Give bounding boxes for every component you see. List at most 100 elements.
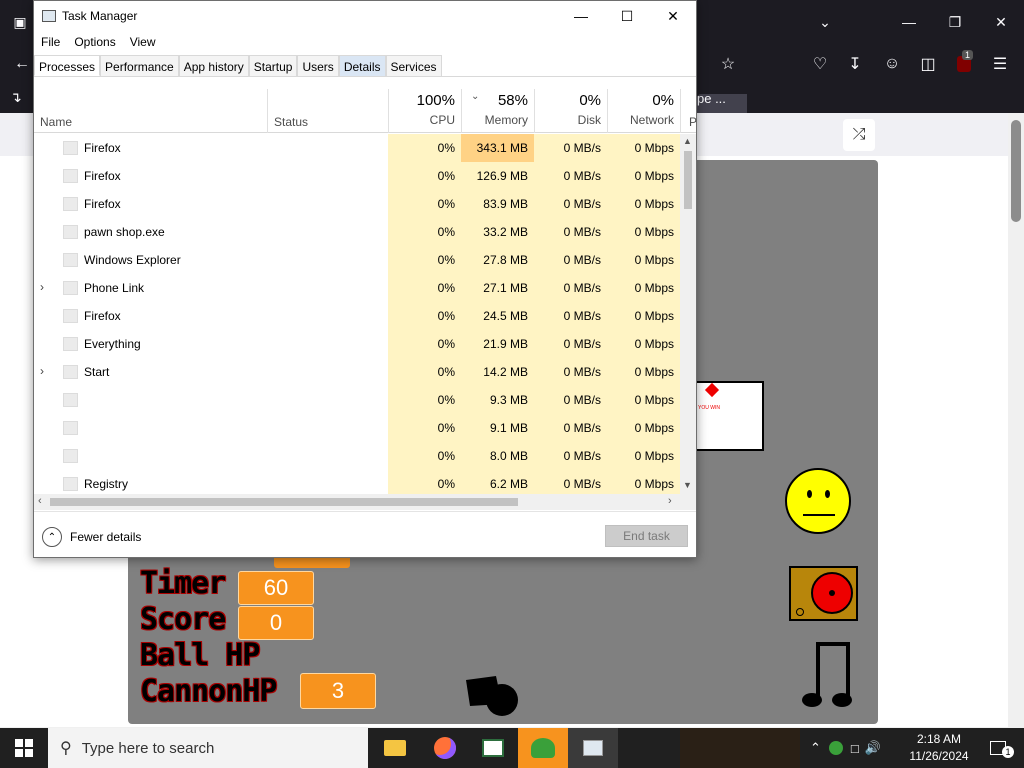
header-disk[interactable]: 0% Disk xyxy=(534,89,607,133)
end-task-button[interactable]: End task xyxy=(605,525,688,547)
table-row[interactable]: › Phone Link 0% 27.1 MB 0 MB/s 0 Mbps xyxy=(34,274,680,302)
table-row[interactable]: 0% 9.1 MB 0 MB/s 0 Mbps xyxy=(34,414,680,442)
disk-cell: 0 MB/s xyxy=(534,218,607,246)
header-network[interactable]: 0% Network xyxy=(607,89,680,133)
paper-note: YOU WIN xyxy=(695,381,764,451)
hamburger-menu-icon[interactable]: ☰ xyxy=(984,48,1016,80)
download-icon[interactable]: ↧ xyxy=(839,48,871,80)
process-icon xyxy=(63,337,78,351)
table-row[interactable]: Firefox 0% 343.1 MB 0 MB/s 0 Mbps xyxy=(34,134,680,162)
app-window-icon[interactable] xyxy=(468,728,518,768)
header-memory[interactable]: ⌄ 58% Memory xyxy=(461,89,534,133)
file-explorer-icon[interactable] xyxy=(370,728,420,768)
taskbar-search[interactable]: ⚲ Type here to search xyxy=(48,728,368,768)
table-row[interactable]: Windows Explorer 0% 27.8 MB 0 MB/s 0 Mbps xyxy=(34,246,680,274)
scroll-right-icon[interactable]: › xyxy=(668,495,672,507)
cannon-icon[interactable] xyxy=(462,674,524,720)
column-header: Name Status 100% CPU ⌄ 58% Memory 0% Dis… xyxy=(34,89,697,133)
paper-text: YOU WIN xyxy=(698,405,720,411)
music-note-icon[interactable] xyxy=(800,640,858,712)
scroll-up-icon[interactable]: ▲ xyxy=(683,136,692,146)
firefox-taskbar-icon[interactable] xyxy=(420,728,470,768)
cpu-cell: 0% xyxy=(388,246,461,274)
maximize-button[interactable]: ☐ xyxy=(604,1,650,31)
header-cpu[interactable]: 100% CPU xyxy=(388,89,461,133)
star-bookmark-icon[interactable]: ☆ xyxy=(712,48,744,80)
fewer-details-button[interactable]: ⌃ Fewer details xyxy=(42,527,141,547)
score-label: Score xyxy=(140,602,226,637)
close-button[interactable]: ✕ xyxy=(650,1,696,31)
process-name: Phone Link xyxy=(84,281,145,295)
close-browser-button[interactable]: ✕ xyxy=(978,0,1024,44)
notification-icon[interactable]: 1 xyxy=(978,728,1018,768)
menu-view[interactable]: View xyxy=(123,33,163,51)
process-name: Firefox xyxy=(84,141,121,155)
bookmark-item-partial[interactable]: pe ... xyxy=(697,91,726,106)
header-power-partial[interactable]: P xyxy=(689,115,697,129)
network-cell: 0 Mbps xyxy=(607,246,680,274)
table-row[interactable]: Everything 0% 21.9 MB 0 MB/s 0 Mbps xyxy=(34,330,680,358)
chevron-down-icon[interactable]: ⌄ xyxy=(802,0,848,44)
pocket-icon[interactable]: ♡ xyxy=(804,48,836,80)
tray-app-icon[interactable] xyxy=(828,741,843,755)
header-status[interactable]: Status xyxy=(274,115,308,129)
cpu-cell: 0% xyxy=(388,190,461,218)
expand-chevron-icon[interactable]: › xyxy=(40,364,44,378)
horizontal-scrollbar-thumb[interactable] xyxy=(50,498,518,506)
minimize-browser-button[interactable]: — xyxy=(886,0,932,44)
table-row[interactable]: 0% 9.3 MB 0 MB/s 0 Mbps xyxy=(34,386,680,414)
cpu-cell: 0% xyxy=(388,470,461,494)
network-cell: 0 Mbps xyxy=(607,442,680,470)
table-row[interactable]: › Start 0% 14.2 MB 0 MB/s 0 Mbps xyxy=(34,358,680,386)
windows-start-icon[interactable] xyxy=(0,728,48,768)
network-icon[interactable]: □ xyxy=(851,741,859,756)
memory-cell: 343.1 MB xyxy=(461,134,534,162)
scroll-left-icon[interactable]: ‹ xyxy=(38,495,42,507)
exit-fullscreen-icon[interactable]: ⤮ xyxy=(843,119,875,151)
disk-cell: 0 MB/s xyxy=(534,414,607,442)
scroll-down-icon[interactable]: ▼ xyxy=(683,480,692,490)
ublock-icon[interactable]: 1 xyxy=(948,48,980,80)
header-name[interactable]: Name xyxy=(40,115,72,129)
table-row[interactable]: Registry 0% 6.2 MB 0 MB/s 0 Mbps xyxy=(34,470,680,494)
tab-processes[interactable]: Processes xyxy=(34,55,101,76)
volume-icon[interactable]: 🔊 xyxy=(865,740,881,756)
tab-startup[interactable]: Startup xyxy=(248,55,298,76)
import-bookmarks-icon[interactable]: ↴ xyxy=(10,89,22,106)
menu-file[interactable]: File xyxy=(34,33,67,51)
restore-browser-button[interactable]: ❐ xyxy=(932,0,978,44)
turntable-icon[interactable] xyxy=(789,566,858,621)
tab-strip: Processes Performance App history Startu… xyxy=(34,55,696,77)
tab-users[interactable]: Users xyxy=(297,55,339,76)
minimize-button[interactable]: — xyxy=(558,1,604,31)
table-row[interactable]: Firefox 0% 83.9 MB 0 MB/s 0 Mbps xyxy=(34,190,680,218)
task-manager-taskbar-icon[interactable] xyxy=(568,728,618,768)
tab-performance[interactable]: Performance xyxy=(100,55,179,76)
cpu-cell: 0% xyxy=(388,274,461,302)
table-row[interactable]: Firefox 0% 126.9 MB 0 MB/s 0 Mbps xyxy=(34,162,680,190)
cpu-percent: 100% xyxy=(416,92,455,109)
process-icon xyxy=(63,253,78,267)
memory-cell: 9.3 MB xyxy=(461,386,534,414)
pawn-shop-taskbar-icon[interactable] xyxy=(518,728,568,768)
cpu-cell: 0% xyxy=(388,330,461,358)
disk-cell: 0 MB/s xyxy=(534,386,607,414)
taskbar-clock[interactable]: 2:18 AM 11/26/2024 xyxy=(900,731,978,765)
table-row[interactable]: pawn shop.exe 0% 33.2 MB 0 MB/s 0 Mbps xyxy=(34,218,680,246)
chevron-up-icon[interactable]: ⌃ xyxy=(810,740,821,756)
title-bar[interactable]: Task Manager — ☐ ✕ xyxy=(34,1,696,31)
disk-cell: 0 MB/s xyxy=(534,330,607,358)
table-row[interactable]: 0% 8.0 MB 0 MB/s 0 Mbps xyxy=(34,442,680,470)
account-icon[interactable]: ☺ xyxy=(876,48,908,80)
sort-down-icon: ⌄ xyxy=(471,91,480,102)
tab-services[interactable]: Services xyxy=(385,55,442,76)
table-row[interactable]: Firefox 0% 24.5 MB 0 MB/s 0 Mbps xyxy=(34,302,680,330)
menu-options[interactable]: Options xyxy=(67,33,122,51)
page-scrollbar-thumb[interactable] xyxy=(1011,120,1021,222)
memory-cell: 8.0 MB xyxy=(461,442,534,470)
extensions-icon[interactable]: ◫ xyxy=(912,48,944,80)
tab-details[interactable]: Details xyxy=(338,55,386,76)
tab-app-history[interactable]: App history xyxy=(178,55,249,76)
vertical-scrollbar-thumb[interactable] xyxy=(684,151,692,209)
expand-chevron-icon[interactable]: › xyxy=(40,280,44,294)
